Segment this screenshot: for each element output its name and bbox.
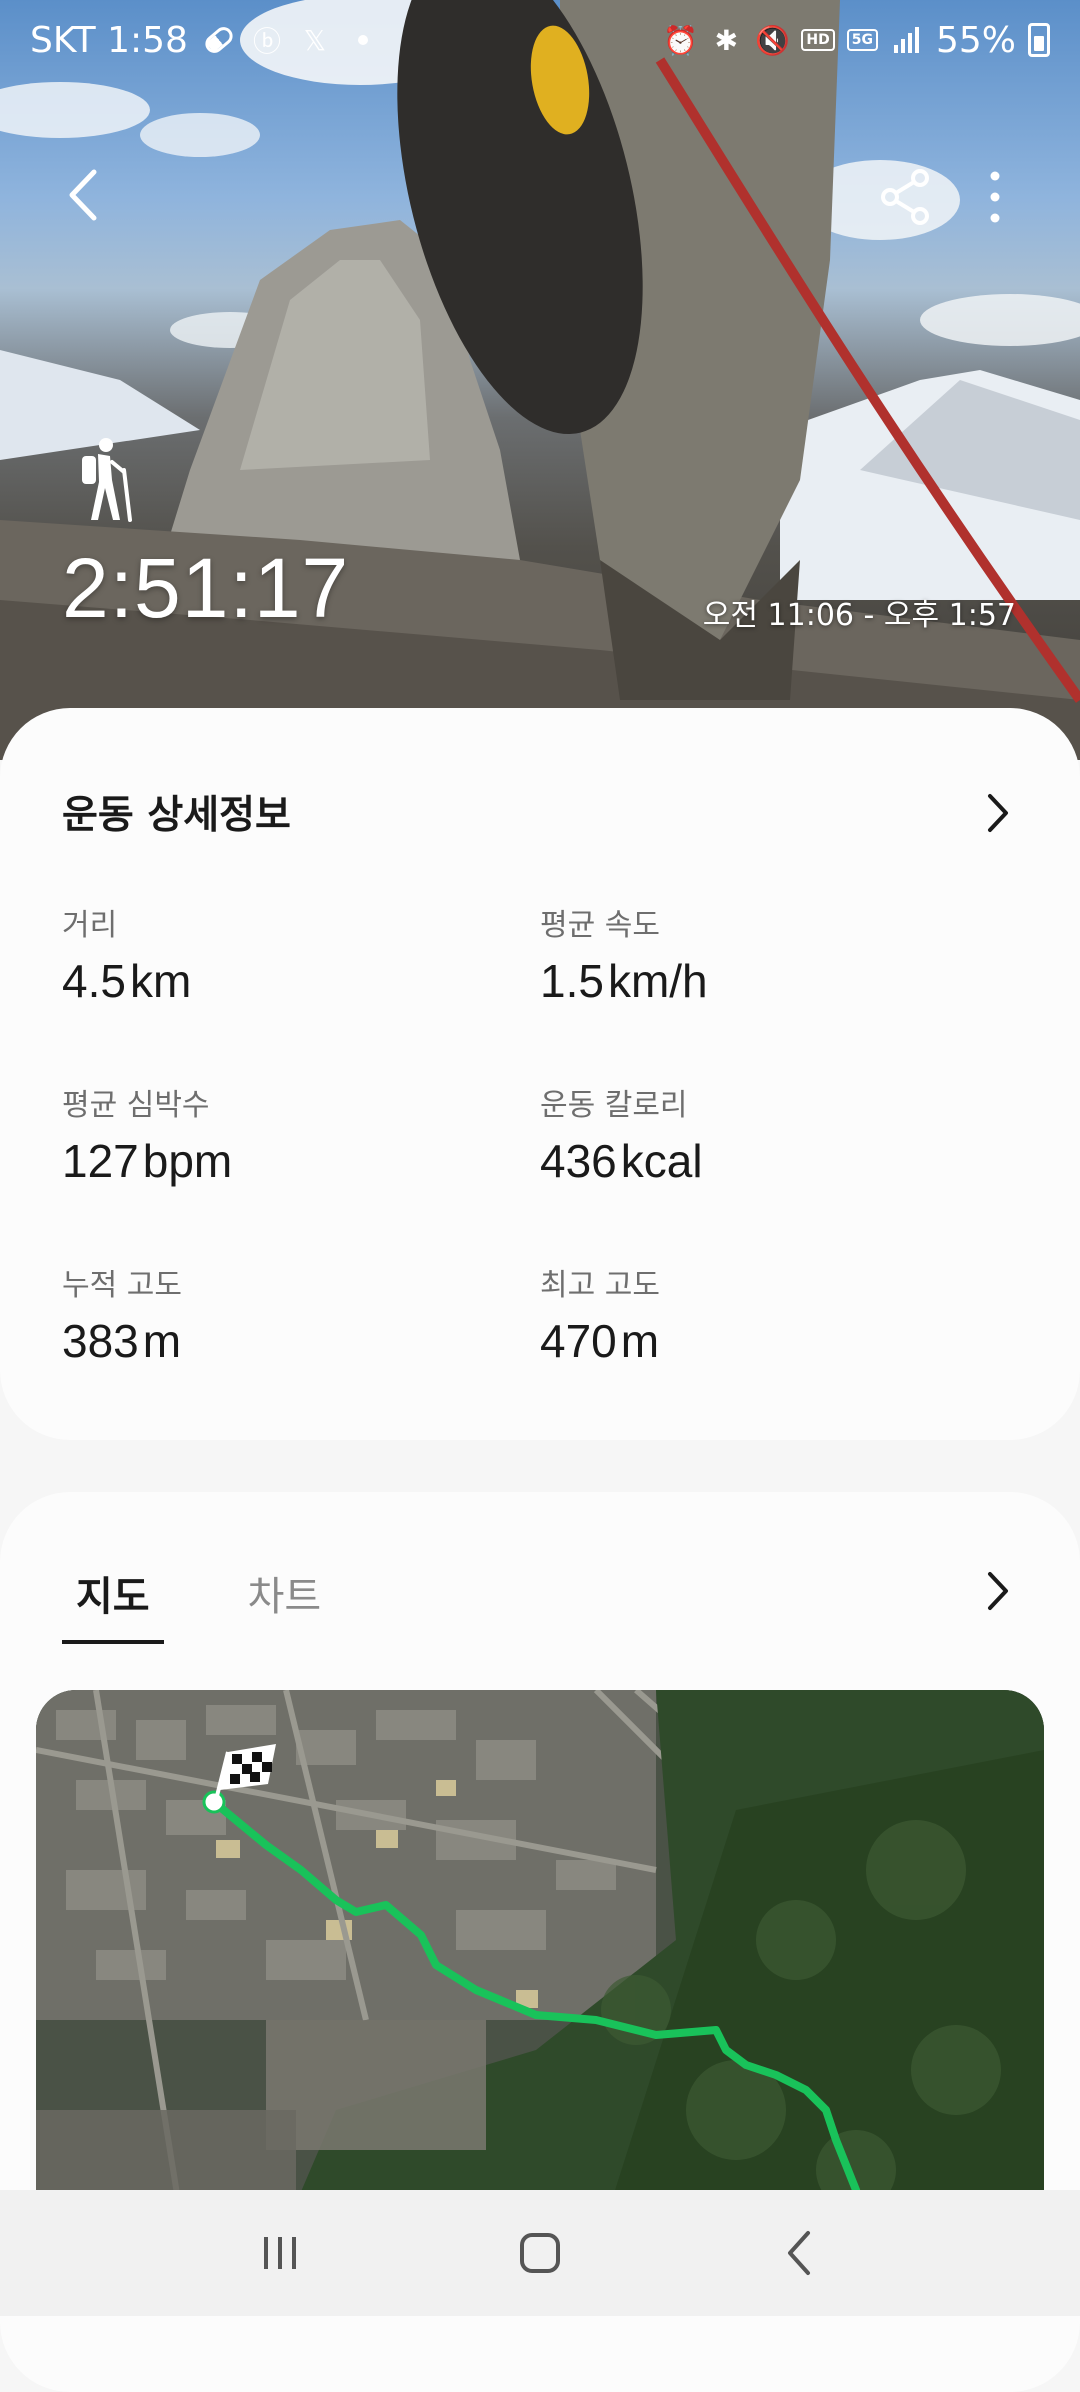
more-options-button[interactable] [965,162,1025,232]
metric-cumulative-elevation: 누적 고도 383m [62,1260,502,1368]
workout-duration: 2:51:17 [62,541,350,635]
hero-banner: SKT 1:58 ⓑ 𝕏 ⏰ ✱ 🔇 HD 5G 55% 2:51:17 오전 … [0,0,1080,760]
chevron-right-icon[interactable] [978,788,1018,838]
metric-value: 436kcal [540,1135,703,1187]
share-button[interactable] [870,162,940,232]
pill-icon [201,23,237,57]
more-vertical-icon [990,171,1000,223]
metric-label: 평균 심박수 [62,1088,210,1123]
hiking-icon [82,438,132,522]
share-icon [881,169,929,225]
chevron-left-icon [69,169,97,221]
system-navigation-bar [0,2190,1080,2316]
metric-calories: 운동 칼로리 436kcal [540,1080,980,1188]
top-app-bar [0,150,1080,240]
metric-label: 운동 칼로리 [540,1088,688,1123]
battery-icon [1028,23,1050,57]
route-start-point [202,1790,226,1814]
back-button[interactable] [50,160,120,230]
bluetooth-icon: ✱ [714,23,739,57]
map-chart-tabs: 지도 차트 [62,1564,336,1644]
tab-chart[interactable]: 차트 [234,1564,336,1636]
mute-icon: 🔇 [754,23,790,57]
metric-value: 127bpm [62,1135,233,1187]
home-icon [520,2233,560,2273]
home-button[interactable] [495,2208,585,2298]
5g-icon: 5G [846,29,878,51]
status-bar: SKT 1:58 ⓑ 𝕏 ⏰ ✱ 🔇 HD 5G 55% [0,0,1080,80]
workout-details-card[interactable]: 운동 상세정보 거리 4.5km 평균 속도 1.5km/h 평균 심박수 12… [0,708,1080,1440]
back-icon [788,2231,810,2275]
x-icon: 𝕏 [303,23,327,57]
satellite-map-image [36,1690,1044,2250]
workout-details-title: 운동 상세정보 [62,793,291,838]
chevron-right-icon[interactable] [978,1566,1018,1616]
recent-apps-button[interactable] [235,2208,325,2298]
system-back-button[interactable] [755,2208,845,2298]
signal-icon [890,23,924,57]
metric-label: 평균 속도 [540,908,660,943]
recent-apps-icon [264,2237,296,2269]
metric-label: 최고 고도 [540,1268,660,1303]
status-left: SKT 1:58 ⓑ 𝕏 [30,20,380,61]
metric-value: 1.5km/h [540,955,708,1007]
metric-value: 383m [62,1315,182,1367]
metric-max-elevation: 최고 고도 470m [540,1260,980,1368]
status-right: ⏰ ✱ 🔇 HD 5G 55% [663,20,1050,61]
metric-label: 거리 [62,908,118,943]
workout-time-range: 오전 11:06 - 오후 1:57 [702,598,1016,633]
carrier-time: SKT 1:58 [30,19,188,61]
route-map[interactable] [36,1690,1044,2250]
metric-value: 4.5km [62,955,192,1007]
alarm-icon: ⏰ [662,23,698,57]
metric-distance: 거리 4.5km [62,900,502,1008]
metric-average-speed: 평균 속도 1.5km/h [540,900,980,1008]
metric-value: 470m [540,1315,660,1367]
metric-label: 누적 고도 [62,1268,182,1303]
dot-icon [346,23,380,57]
battery-percent: 55% [935,19,1016,61]
hero-background-image [0,0,1080,760]
hd-voice-icon: HD [801,29,835,51]
metric-average-heart-rate: 평균 심박수 127bpm [62,1080,502,1188]
b-app-icon: ⓑ [252,25,281,58]
tab-map[interactable]: 지도 [62,1564,164,1644]
